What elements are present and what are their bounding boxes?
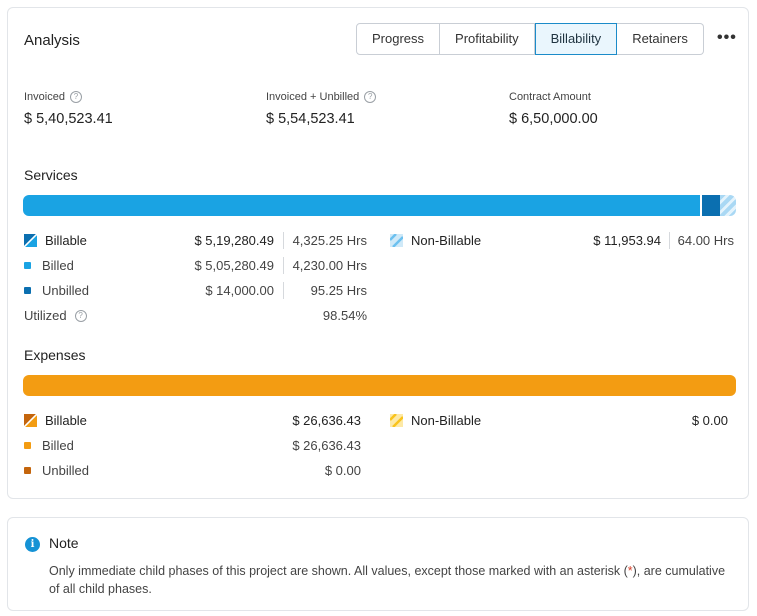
- billed-dot-icon: [24, 262, 31, 269]
- services-nonbillable-label: Non-Billable: [411, 233, 482, 248]
- services-billed-amount: $ 5,05,280.49: [194, 258, 274, 273]
- services-billable-amount: $ 5,19,280.49: [194, 233, 274, 248]
- view-tabs: Progress Profitability Billability Retai…: [356, 23, 704, 55]
- services-billed-label: Billed: [42, 258, 74, 273]
- invoiced-label: Invoiced: [24, 91, 65, 103]
- billable-swatch-icon: [24, 414, 37, 427]
- billed-dot-icon: [24, 442, 31, 449]
- services-nonbillable-segment: [720, 195, 736, 216]
- tab-billability[interactable]: Billability: [534, 23, 618, 55]
- tab-progress[interactable]: Progress: [356, 23, 441, 55]
- services-billed-row: Billed: [21, 258, 74, 273]
- services-utilized-value: 98.54%: [322, 308, 367, 323]
- services-billable-row: Billable: [24, 233, 87, 248]
- analysis-card: Analysis Progress Profitability Billabil…: [7, 7, 749, 499]
- expenses-billable-row: Billable: [24, 413, 87, 428]
- services-billable-label: Billable: [45, 233, 87, 248]
- services-unbilled-amount: $ 14,000.00: [205, 283, 274, 298]
- divider: [283, 232, 284, 249]
- note-card: i Note Only immediate child phases of th…: [7, 517, 749, 611]
- invoiced-value: $ 5,40,523.41: [24, 111, 113, 127]
- expenses-unbilled-label: Unbilled: [42, 463, 89, 478]
- info-icon: i: [25, 537, 40, 552]
- billable-swatch-icon: [24, 234, 37, 247]
- note-text-part: Only immediate child phases of this proj…: [49, 564, 628, 578]
- expenses-title: Expenses: [24, 347, 86, 363]
- divider: [283, 282, 284, 299]
- services-utilized-row: Utilized ?: [24, 308, 87, 323]
- services-bar: [23, 195, 736, 216]
- expenses-billed-amount: $ 26,636.43: [292, 438, 361, 453]
- services-unbilled-label: Unbilled: [42, 283, 89, 298]
- nonbillable-swatch-icon: [390, 234, 403, 247]
- expenses-billable-label: Billable: [45, 413, 87, 428]
- invoiced-unbilled-value: $ 5,54,523.41: [266, 111, 355, 127]
- services-nonbillable-row: Non-Billable: [390, 233, 481, 248]
- divider: [283, 257, 284, 274]
- expenses-billed-label: Billed: [42, 438, 74, 453]
- services-billed-hours: 4,230.00 Hrs: [292, 258, 367, 273]
- nonbillable-swatch-icon: [390, 414, 403, 427]
- services-unbilled-segment: [699, 195, 721, 216]
- services-unbilled-hours: 95.25 Hrs: [310, 283, 367, 298]
- contract-amount-label-text: Contract Amount: [509, 91, 591, 103]
- unbilled-dot-icon: [24, 467, 31, 474]
- services-title: Services: [24, 167, 78, 183]
- expenses-unbilled-amount: $ 0.00: [324, 463, 361, 478]
- services-nonbillable-hours: 64.00 Hrs: [677, 233, 734, 248]
- contract-amount-value: $ 6,50,000.00: [509, 111, 598, 127]
- note-text: Only immediate child phases of this proj…: [49, 562, 729, 598]
- tab-retainers[interactable]: Retainers: [617, 23, 704, 55]
- help-icon[interactable]: ?: [69, 91, 82, 103]
- contract-amount-label: Contract Amount: [509, 91, 591, 103]
- expenses-nonbillable-row: Non-Billable: [390, 413, 481, 428]
- services-unbilled-row: Unbilled: [21, 283, 89, 298]
- help-icon[interactable]: ?: [364, 91, 377, 103]
- card-title: Analysis: [24, 32, 80, 49]
- services-billed-segment: [23, 195, 700, 216]
- services-billable-hours: 4,325.25 Hrs: [292, 233, 367, 248]
- expenses-nonbillable-amount: $ 0.00: [691, 413, 728, 428]
- expenses-nonbillable-label: Non-Billable: [411, 413, 482, 428]
- more-options-icon[interactable]: •••: [717, 30, 737, 46]
- expenses-unbilled-row: Unbilled: [21, 463, 89, 478]
- services-utilized-label: Utilized: [24, 308, 67, 323]
- invoiced-label-group: Invoiced ?: [24, 91, 82, 103]
- unbilled-dot-icon: [24, 287, 31, 294]
- expenses-billed-segment: [23, 375, 736, 396]
- expenses-bar: [23, 375, 736, 396]
- invoiced-unbilled-label: Invoiced + Unbilled: [266, 91, 360, 103]
- tab-profitability[interactable]: Profitability: [440, 23, 535, 55]
- invoiced-unbilled-label-group: Invoiced + Unbilled ?: [266, 91, 377, 103]
- note-title: Note: [49, 535, 79, 551]
- expenses-billed-row: Billed: [21, 438, 74, 453]
- expenses-billable-amount: $ 26,636.43: [292, 413, 361, 428]
- help-icon[interactable]: ?: [74, 309, 87, 322]
- services-nonbillable-amount: $ 11,953.94: [593, 233, 661, 248]
- divider: [669, 232, 670, 249]
